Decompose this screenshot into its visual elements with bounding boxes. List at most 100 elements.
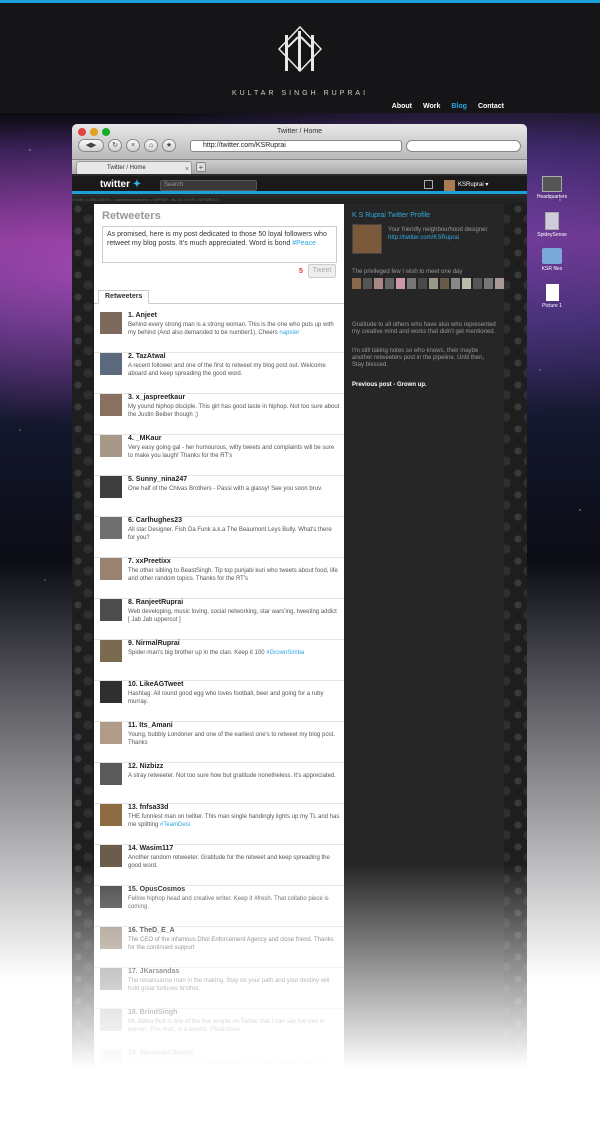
retweeter-bio-link[interactable]: #TeamDesi bbox=[160, 822, 190, 828]
retweeter-avatar[interactable] bbox=[100, 681, 122, 703]
ksr-logo-icon[interactable] bbox=[275, 25, 325, 73]
desktop-icon-label: Picture 1 bbox=[542, 303, 562, 309]
home-icon[interactable]: ⌂ bbox=[144, 139, 158, 152]
stop-icon[interactable]: × bbox=[126, 139, 140, 152]
browser-tab-twitter[interactable]: Twitter / Home × bbox=[76, 161, 192, 174]
nav-contact[interactable]: Contact bbox=[478, 103, 504, 110]
retweeter-bio: THE funniest man on twitter. This man si… bbox=[128, 813, 340, 829]
nav-work[interactable]: Work bbox=[423, 103, 440, 110]
retweeter-bio-link[interactable]: #GrownSimba bbox=[266, 650, 304, 656]
list-item[interactable]: 10. LikeAGTweet Hashtag: All round good e… bbox=[94, 681, 344, 722]
privileged-thumbnail[interactable] bbox=[418, 278, 427, 289]
retweeter-name[interactable]: 13. fnfsa33d bbox=[128, 804, 168, 811]
retweeter-bio-link[interactable]: napster bbox=[279, 330, 299, 336]
list-item[interactable]: 7. xxPreetixx The other sibling to BeastS… bbox=[94, 558, 344, 599]
retweeter-name[interactable]: 14. Wasim117 bbox=[128, 845, 173, 852]
privileged-thumbnail[interactable] bbox=[352, 278, 361, 289]
browser-search-field[interactable] bbox=[406, 140, 521, 152]
bookmark-icon[interactable]: ★ bbox=[162, 139, 176, 152]
profile-link[interactable]: http://twitter.com/KSRuprai bbox=[388, 235, 459, 241]
tweet-input[interactable]: As promised, here is my post dedicated t… bbox=[102, 226, 337, 263]
compose-icon[interactable] bbox=[424, 180, 433, 189]
retweeter-name[interactable]: 1. Anjeet bbox=[128, 312, 157, 319]
list-item[interactable]: 13. fnfsa33d THE funniest man on twitter.… bbox=[94, 804, 344, 845]
tweet-hashtag[interactable]: #Peace bbox=[292, 240, 316, 247]
twitter-logo-text: twitter bbox=[100, 179, 130, 190]
retweeter-avatar[interactable] bbox=[100, 804, 122, 826]
list-item[interactable]: 5. Sunny_nina247 One half of the Chivas B… bbox=[94, 476, 344, 517]
desktop-icon-ksr-files[interactable]: KSR files bbox=[534, 248, 570, 272]
retweeter-name[interactable]: 6. Carlhughes23 bbox=[128, 517, 182, 524]
privileged-thumbnail[interactable] bbox=[440, 278, 449, 289]
back-forward-icon[interactable]: ◀▶ bbox=[78, 139, 104, 152]
retweeter-name[interactable]: 12. Nizbizz bbox=[128, 763, 163, 770]
privileged-thumbnail[interactable] bbox=[396, 278, 405, 289]
privileged-thumbnail[interactable] bbox=[374, 278, 383, 289]
retweeter-avatar[interactable] bbox=[100, 353, 122, 375]
privileged-thumbnail[interactable] bbox=[451, 278, 460, 289]
retweeter-avatar[interactable] bbox=[100, 763, 122, 785]
desktop-icon-headquarters[interactable]: Headquarters bbox=[534, 176, 570, 200]
url-field[interactable]: http://twitter.com/KSRuprai bbox=[190, 140, 402, 152]
reload-icon[interactable]: ↻ bbox=[108, 139, 122, 152]
retweeter-name[interactable]: 3. x_jaspreetkaur bbox=[128, 394, 185, 401]
new-tab-icon[interactable]: + bbox=[196, 162, 206, 172]
privileged-thumbnail[interactable] bbox=[385, 278, 394, 289]
tweet-button[interactable]: Tweet bbox=[308, 264, 336, 278]
nav-about[interactable]: About bbox=[392, 103, 412, 110]
retweeter-name[interactable]: 5. Sunny_nina247 bbox=[128, 476, 187, 483]
retweeter-avatar[interactable] bbox=[100, 640, 122, 662]
retweeter-bio-text: A stray retweeter. Not too sure how but … bbox=[128, 773, 336, 779]
retweeter-avatar[interactable] bbox=[100, 558, 122, 580]
nav-blog[interactable]: Blog bbox=[451, 103, 467, 110]
retweeter-avatar[interactable] bbox=[100, 517, 122, 539]
retweeter-avatar[interactable] bbox=[100, 435, 122, 457]
list-item[interactable]: 11. Its_Amani Young, bubbly Londoner and … bbox=[94, 722, 344, 763]
retweeter-bio: Spider-man's big brother up in the clan.… bbox=[128, 649, 340, 657]
retweeter-bio-text: My yound hiphop disciple. This girl has … bbox=[128, 404, 340, 418]
retweeter-name[interactable]: 9. NirmalRuprai bbox=[128, 640, 180, 647]
privileged-thumbnail[interactable] bbox=[429, 278, 438, 289]
retweeter-name[interactable]: 11. Its_Amani bbox=[128, 722, 173, 729]
retweeter-avatar[interactable] bbox=[100, 722, 122, 744]
page-title: Retweeters bbox=[102, 210, 161, 222]
twitter-logo[interactable]: twitter ✦ bbox=[100, 179, 141, 190]
list-item[interactable]: 12. Nizbizz A stray retweeter. Not too su… bbox=[94, 763, 344, 804]
retweeter-name[interactable]: 2. TazAtwal bbox=[128, 353, 166, 360]
privileged-thumbnail[interactable] bbox=[473, 278, 482, 289]
retweeter-avatar[interactable] bbox=[100, 394, 122, 416]
list-item[interactable]: 2. TazAtwal A recent follower and one of … bbox=[94, 353, 344, 394]
retweeter-bio-text: One half of the Chivas Brothers - Passi … bbox=[128, 486, 323, 492]
desktop-icon-picture-1[interactable]: Picture 1 bbox=[534, 284, 570, 309]
tab-retweeters[interactable]: Retweeters bbox=[98, 290, 150, 304]
list-item[interactable]: 3. x_jaspreetkaur My yound hiphop discipl… bbox=[94, 394, 344, 435]
retweeter-name[interactable]: 7. xxPreetixx bbox=[128, 558, 171, 565]
list-item[interactable]: 8. RanjeetRuprai Web developing, music lo… bbox=[94, 599, 344, 640]
retweeter-name[interactable]: 8. RanjeetRuprai bbox=[128, 599, 183, 606]
retweeter-name[interactable]: 4. _MKaur bbox=[128, 435, 161, 442]
list-item[interactable]: 9. NirmalRuprai Spider-man's big brother … bbox=[94, 640, 344, 681]
retweeter-avatar[interactable] bbox=[100, 476, 122, 498]
privileged-thumbnail[interactable] bbox=[462, 278, 471, 289]
privileged-thumbnail[interactable] bbox=[407, 278, 416, 289]
retweeter-avatar[interactable] bbox=[100, 599, 122, 621]
retweeter-bio-text: Hashtag: All round good egg who loves fo… bbox=[128, 691, 324, 705]
drive-icon bbox=[545, 212, 559, 230]
site-nav: About Work Blog Contact bbox=[392, 103, 504, 110]
retweeter-bio: Behind every strong man is a strong woma… bbox=[128, 321, 340, 337]
desktop-icon-spideysense[interactable]: SpideySense bbox=[534, 212, 570, 238]
twitter-user-menu[interactable]: KSRuprai ▾ bbox=[444, 180, 489, 191]
retweeter-bio-text: Web developing, music loving, social net… bbox=[128, 609, 337, 623]
list-item[interactable]: 6. Carlhughes23 All star Designer. Fish D… bbox=[94, 517, 344, 558]
list-item[interactable]: 1. Anjeet Behind every strong man is a st… bbox=[94, 312, 344, 353]
retweeter-name[interactable]: 10. LikeAGTweet bbox=[128, 681, 184, 688]
retweeter-avatar[interactable] bbox=[100, 312, 122, 334]
privileged-thumbnail[interactable] bbox=[484, 278, 493, 289]
username: KSRuprai ▾ bbox=[458, 182, 489, 188]
tab-close-icon[interactable]: × bbox=[185, 164, 189, 176]
previous-post-link[interactable]: Previous post - Grown up. bbox=[352, 382, 427, 388]
twitter-search-input[interactable]: Search bbox=[160, 180, 257, 191]
list-item[interactable]: 4. _MKaur Very easy going gal - her humou… bbox=[94, 435, 344, 476]
privileged-thumbnail[interactable] bbox=[495, 278, 504, 289]
privileged-thumbnail[interactable] bbox=[363, 278, 372, 289]
